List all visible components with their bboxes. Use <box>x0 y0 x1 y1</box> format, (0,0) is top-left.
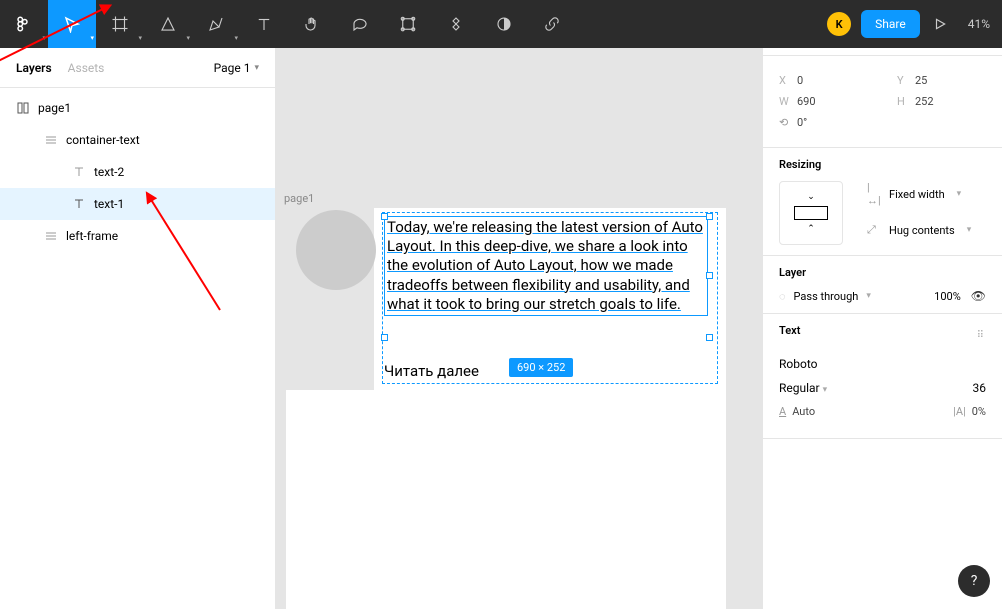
font-family[interactable]: Roboto <box>779 357 986 371</box>
zoom-level[interactable]: 41% <box>960 17 990 31</box>
blend-icon: ◌ <box>779 290 786 303</box>
font-weight[interactable]: Regular ▾ <box>779 381 827 395</box>
text-layer-icon <box>72 165 86 179</box>
h-label: H <box>897 95 915 108</box>
top-toolbar: ▾ ▾ ▾ ▾ ▾ <box>0 0 1002 48</box>
resize-horizontal[interactable]: |↔| Fixed width ▾ <box>867 181 971 207</box>
letter-spacing-input[interactable]: 0% <box>972 405 986 418</box>
font-size[interactable]: 36 <box>973 381 987 395</box>
text-title: Text <box>779 324 800 337</box>
text-style-icon[interactable]: ⠿ <box>977 330 986 341</box>
mask-icon[interactable] <box>480 0 528 48</box>
layer-label: text-1 <box>94 197 124 211</box>
resize-widget[interactable]: ⌄ ⌃ <box>779 181 843 245</box>
letter-spacing-icon: |A| <box>953 405 966 418</box>
frame-icon <box>16 101 30 115</box>
pen-tool-icon[interactable]: ▾ <box>192 0 240 48</box>
share-button[interactable]: Share <box>861 10 920 38</box>
shape-tool-icon[interactable]: ▾ <box>144 0 192 48</box>
layer-label: container-text <box>66 133 140 147</box>
layer-section: Layer ◌ Pass through ▾ 100% 👁 <box>763 256 1002 314</box>
left-panel: Layers Assets Page 1 ▾ page1 container-t… <box>0 48 276 609</box>
x-label: X <box>779 74 797 87</box>
vertical-resize-icon: ⤢ <box>867 223 881 237</box>
x-input[interactable]: 0 <box>797 74 867 87</box>
text-section: Text ⠿ Roboto Regular ▾ 36 A Auto |A| 0% <box>763 314 1002 439</box>
layer-left-frame[interactable]: left-frame <box>0 220 275 252</box>
layer-container-text[interactable]: container-text <box>0 124 275 156</box>
layer-title: Layer <box>779 266 986 279</box>
opacity-input[interactable]: 100% <box>934 290 961 303</box>
line-height-input[interactable]: Auto <box>792 405 815 418</box>
help-button[interactable]: ? <box>958 565 990 597</box>
frame-tool-icon[interactable]: ▾ <box>96 0 144 48</box>
layer-tree: page1 container-text text-2 text-1 left- <box>0 88 275 252</box>
resizing-section: Resizing ⌄ ⌃ |↔| Fixed width ▾ ⤢ Hug con… <box>763 148 1002 256</box>
autolayout-icon <box>44 229 58 243</box>
right-panel: X0 Y25 W690 H252 ⟳ ⟲ 0° Resizing ⌄ ⌃ <box>762 48 1002 609</box>
component-icon[interactable] <box>432 0 480 48</box>
rotation-input[interactable]: 0° <box>797 116 807 129</box>
layer-text-1[interactable]: text-1 <box>0 188 275 220</box>
w-input[interactable]: 690 <box>797 95 867 108</box>
layer-text-2[interactable]: text-2 <box>0 156 275 188</box>
resize-vertical[interactable]: ⤢ Hug contents ▾ <box>867 223 971 237</box>
text-tool-icon[interactable] <box>240 0 288 48</box>
h-input[interactable]: 252 <box>915 95 985 108</box>
figma-menu-icon[interactable]: ▾ <box>0 0 48 48</box>
canvas[interactable]: page1 Today, we're releasing the latest … <box>276 48 762 609</box>
canvas-text-1[interactable]: Today, we're releasing the latest versio… <box>384 216 708 316</box>
tab-assets[interactable]: Assets <box>68 61 105 75</box>
comment-tool-icon[interactable] <box>336 0 384 48</box>
blend-mode[interactable]: Pass through <box>794 290 859 303</box>
link-icon[interactable] <box>528 0 576 48</box>
layer-label: text-2 <box>94 165 124 179</box>
selection-size-badge: 690 × 252 <box>509 358 573 377</box>
layer-page1[interactable]: page1 <box>0 92 275 124</box>
canvas-text-2[interactable]: Читать далее <box>384 362 479 380</box>
y-label: Y <box>897 74 915 87</box>
w-label: W <box>779 95 797 108</box>
tab-layers[interactable]: Layers <box>16 61 52 75</box>
line-height-icon: A <box>779 405 786 418</box>
user-avatar[interactable]: K <box>827 12 851 36</box>
hand-tool-icon[interactable] <box>288 0 336 48</box>
resizing-title: Resizing <box>779 158 986 171</box>
layer-label: left-frame <box>66 229 118 243</box>
text-layer-icon <box>72 197 86 211</box>
frame-name-label[interactable]: page1 <box>284 192 314 205</box>
layer-label: page1 <box>38 101 71 115</box>
move-tool-icon[interactable]: ▾ <box>48 0 96 48</box>
rotation-icon: ⟲ <box>779 116 797 129</box>
visibility-icon[interactable]: 👁 <box>971 289 986 303</box>
horizontal-resize-icon: |↔| <box>867 181 881 207</box>
autolayout-icon <box>44 133 58 147</box>
frame-page1[interactable]: Today, we're releasing the latest versio… <box>286 208 726 609</box>
y-input[interactable]: 25 <box>915 74 985 87</box>
avatar-circle[interactable] <box>296 210 376 290</box>
edit-object-icon[interactable] <box>384 0 432 48</box>
present-icon[interactable] <box>930 17 950 31</box>
page-selector[interactable]: Page 1 ▾ <box>214 61 259 75</box>
position-section: X0 Y25 W690 H252 ⟳ ⟲ 0° <box>763 56 1002 148</box>
